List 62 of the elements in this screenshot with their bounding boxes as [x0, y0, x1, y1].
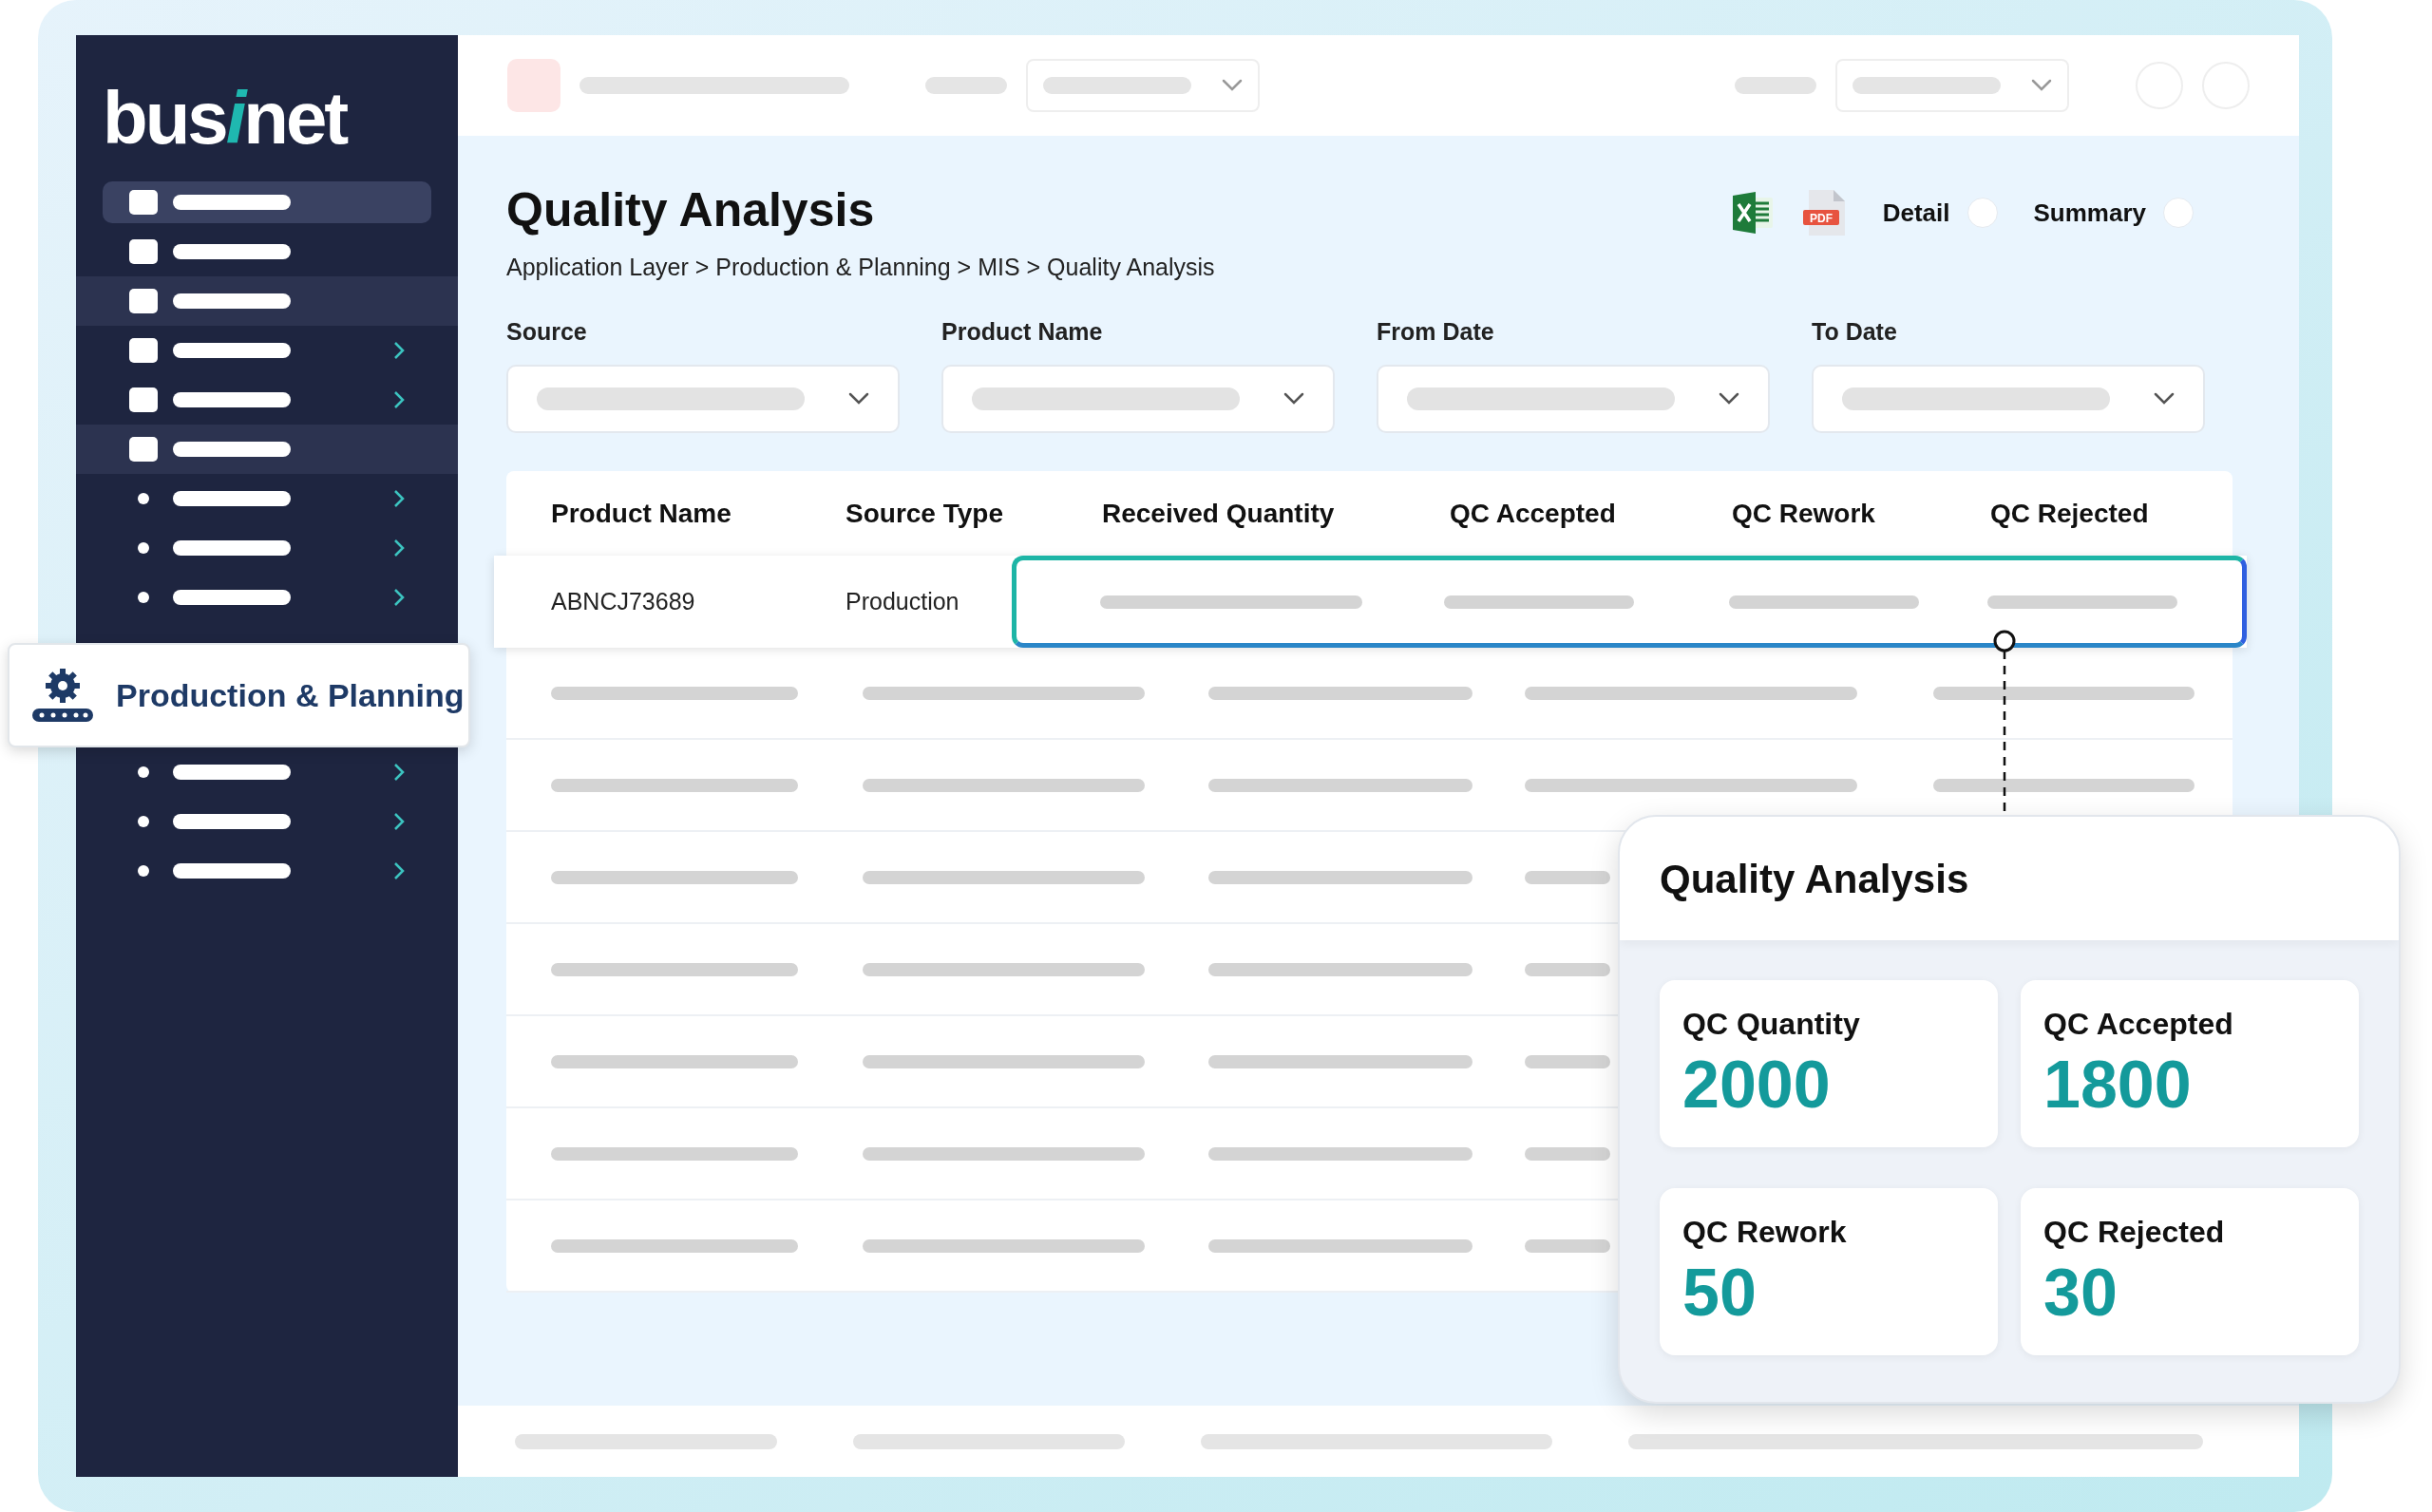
stat-label: QC Rejected — [2043, 1214, 2226, 1251]
chevron-right-icon — [393, 861, 405, 880]
bullet-icon — [138, 592, 149, 603]
chevron-down-icon — [1283, 392, 1304, 406]
chevron-right-icon — [393, 588, 405, 607]
logo: businet — [103, 75, 347, 161]
chevron-down-icon — [1719, 392, 1739, 406]
column-header[interactable]: QC Accepted — [1450, 493, 1732, 534]
column-header[interactable]: QC Rejected — [1990, 493, 2188, 534]
chevron-down-icon — [1222, 79, 1243, 92]
radio-button[interactable] — [1966, 198, 1998, 228]
sidebar-item[interactable] — [76, 425, 458, 474]
square-icon — [129, 239, 158, 264]
bullet-icon — [138, 542, 149, 554]
stat-value: 1800 — [2043, 1047, 2193, 1123]
chevron-right-icon — [393, 763, 405, 782]
placeholder-square — [507, 59, 560, 112]
bullet-icon — [138, 493, 149, 504]
sidebar-item[interactable] — [76, 276, 458, 326]
bullet-icon — [138, 865, 149, 877]
square-icon — [129, 289, 158, 313]
breadcrumb: Application Layer > Production & Planning > MIS > Quality Analysis — [506, 253, 1215, 282]
filter-label: From Date — [1377, 316, 1495, 347]
chevron-down-icon — [2154, 392, 2175, 406]
column-header[interactable]: Product Name — [551, 493, 846, 534]
chevron-right-icon — [393, 489, 405, 508]
table-row[interactable]: ABNCJ73689 Production — [494, 556, 2247, 648]
square-icon — [129, 338, 158, 363]
column-header[interactable]: QC Rework — [1732, 493, 1990, 534]
filter-label: To Date — [1812, 316, 1898, 347]
view-option-label[interactable]: Detail — [1882, 194, 1950, 232]
chevron-right-icon — [393, 341, 405, 360]
stat-label: QC Quantity — [1682, 1006, 1861, 1043]
chevron-right-icon — [393, 812, 405, 831]
sidebar-item[interactable] — [103, 181, 431, 223]
table-cell-text: Production — [846, 586, 960, 616]
filter-label: Product Name — [941, 316, 1104, 347]
square-icon — [129, 387, 158, 412]
chevron-down-icon — [848, 392, 869, 406]
square-icon — [129, 190, 158, 215]
stat-label: QC Rework — [1682, 1214, 1848, 1251]
square-icon — [129, 437, 158, 462]
chevron-right-icon — [393, 539, 405, 558]
module-tab-label: Production & Planning — [116, 675, 465, 715]
bullet-icon — [138, 816, 149, 827]
column-header[interactable]: Source Type — [846, 493, 1102, 534]
gear-conveyor-icon — [30, 667, 95, 724]
stat-value: 30 — [2043, 1255, 2118, 1331]
chevron-down-icon — [2031, 79, 2052, 92]
view-option-label[interactable]: Summary — [2033, 194, 2146, 232]
column-header[interactable]: Received Quantity — [1102, 493, 1450, 534]
popup-title: Quality Analysis — [1660, 855, 1969, 903]
stat-label: QC Accepted — [2043, 1006, 2234, 1043]
module-tab[interactable]: Production & Planning — [8, 643, 470, 747]
chevron-right-icon — [393, 390, 405, 409]
stat-value: 50 — [1682, 1255, 1758, 1331]
stat-value: 2000 — [1682, 1047, 1832, 1123]
page-title: Quality Analysis — [506, 182, 876, 238]
table-cell-text: ABNCJ73689 — [551, 586, 696, 616]
filter-label: Source — [506, 316, 588, 347]
radio-button[interactable] — [2163, 198, 2194, 228]
bullet-icon — [138, 766, 149, 778]
